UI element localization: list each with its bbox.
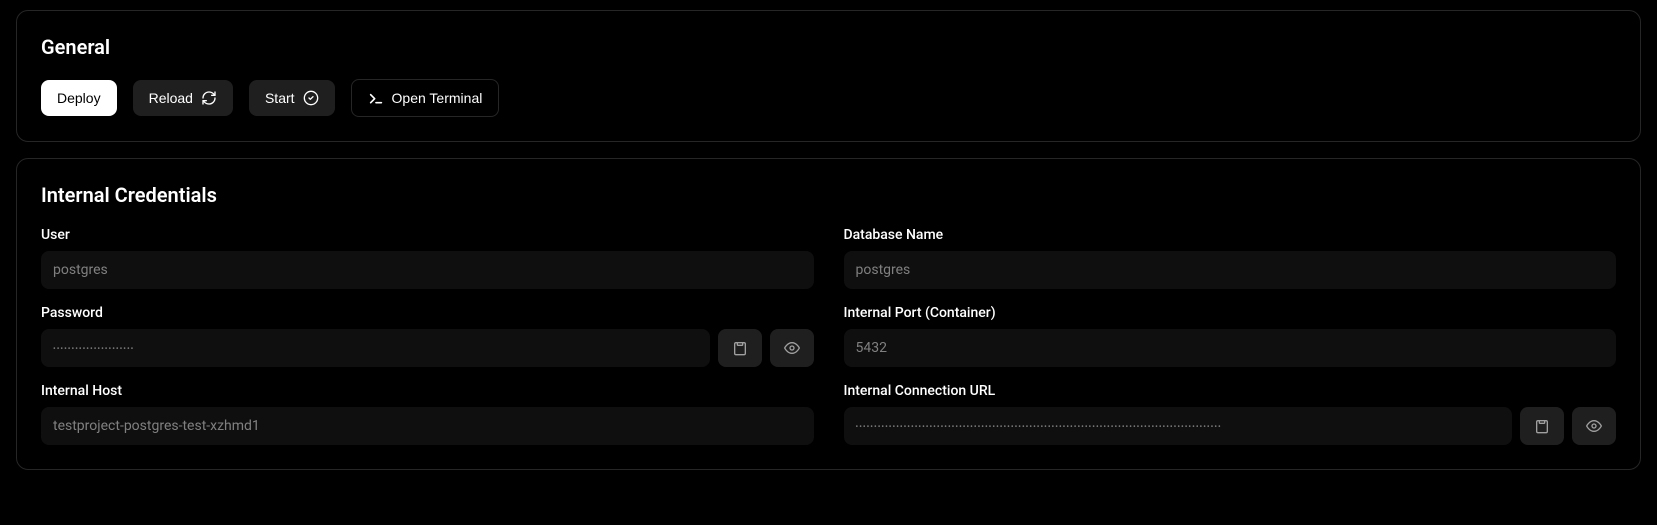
copy-connection-url-button[interactable] (1520, 407, 1564, 445)
toggle-connection-url-visibility-button[interactable] (1572, 407, 1616, 445)
terminal-icon (368, 90, 384, 106)
password-label: Password (41, 305, 814, 321)
internal-host-label: Internal Host (41, 383, 814, 399)
check-circle-icon (303, 90, 319, 106)
credentials-panel: Internal Credentials User postgres Datab… (16, 158, 1641, 470)
general-button-row: Deploy Reload Start Open Terminal (41, 79, 1616, 117)
start-button-label: Start (265, 90, 295, 106)
internal-port-value[interactable]: 5432 (844, 329, 1617, 367)
credentials-title: Internal Credentials (41, 183, 1616, 207)
internal-connection-url-value[interactable]: ••••••••••••••••••••••••••••••••••••••••… (844, 407, 1513, 445)
password-row: •••••••••••••••••••••• (41, 329, 814, 367)
user-value[interactable]: postgres (41, 251, 814, 289)
internal-port-field: Internal Port (Container) 5432 (844, 305, 1617, 367)
internal-host-field: Internal Host testproject-postgres-test-… (41, 383, 814, 445)
reload-button-label: Reload (149, 90, 193, 106)
open-terminal-button[interactable]: Open Terminal (351, 79, 500, 117)
reload-button[interactable]: Reload (133, 80, 233, 116)
copy-password-button[interactable] (718, 329, 762, 367)
clipboard-icon (1534, 418, 1550, 434)
internal-connection-url-row: ••••••••••••••••••••••••••••••••••••••••… (844, 407, 1617, 445)
general-panel: General Deploy Reload Start (16, 10, 1641, 142)
toggle-password-visibility-button[interactable] (770, 329, 814, 367)
eye-icon (1586, 418, 1602, 434)
database-name-field: Database Name postgres (844, 227, 1617, 289)
deploy-button[interactable]: Deploy (41, 80, 117, 116)
deploy-button-label: Deploy (57, 90, 101, 106)
internal-connection-url-label: Internal Connection URL (844, 383, 1617, 399)
internal-host-value[interactable]: testproject-postgres-test-xzhmd1 (41, 407, 814, 445)
general-title: General (41, 35, 1616, 59)
user-label: User (41, 227, 814, 243)
eye-icon (784, 340, 800, 356)
password-field: Password •••••••••••••••••••••• (41, 305, 814, 367)
start-button[interactable]: Start (249, 80, 335, 116)
open-terminal-button-label: Open Terminal (392, 90, 483, 106)
credentials-grid: User postgres Database Name postgres Pas… (41, 227, 1616, 445)
password-value[interactable]: •••••••••••••••••••••• (41, 329, 710, 367)
database-name-label: Database Name (844, 227, 1617, 243)
internal-port-label: Internal Port (Container) (844, 305, 1617, 321)
database-name-value[interactable]: postgres (844, 251, 1617, 289)
user-field: User postgres (41, 227, 814, 289)
internal-connection-url-field: Internal Connection URL ••••••••••••••••… (844, 383, 1617, 445)
refresh-icon (201, 90, 217, 106)
clipboard-icon (732, 340, 748, 356)
